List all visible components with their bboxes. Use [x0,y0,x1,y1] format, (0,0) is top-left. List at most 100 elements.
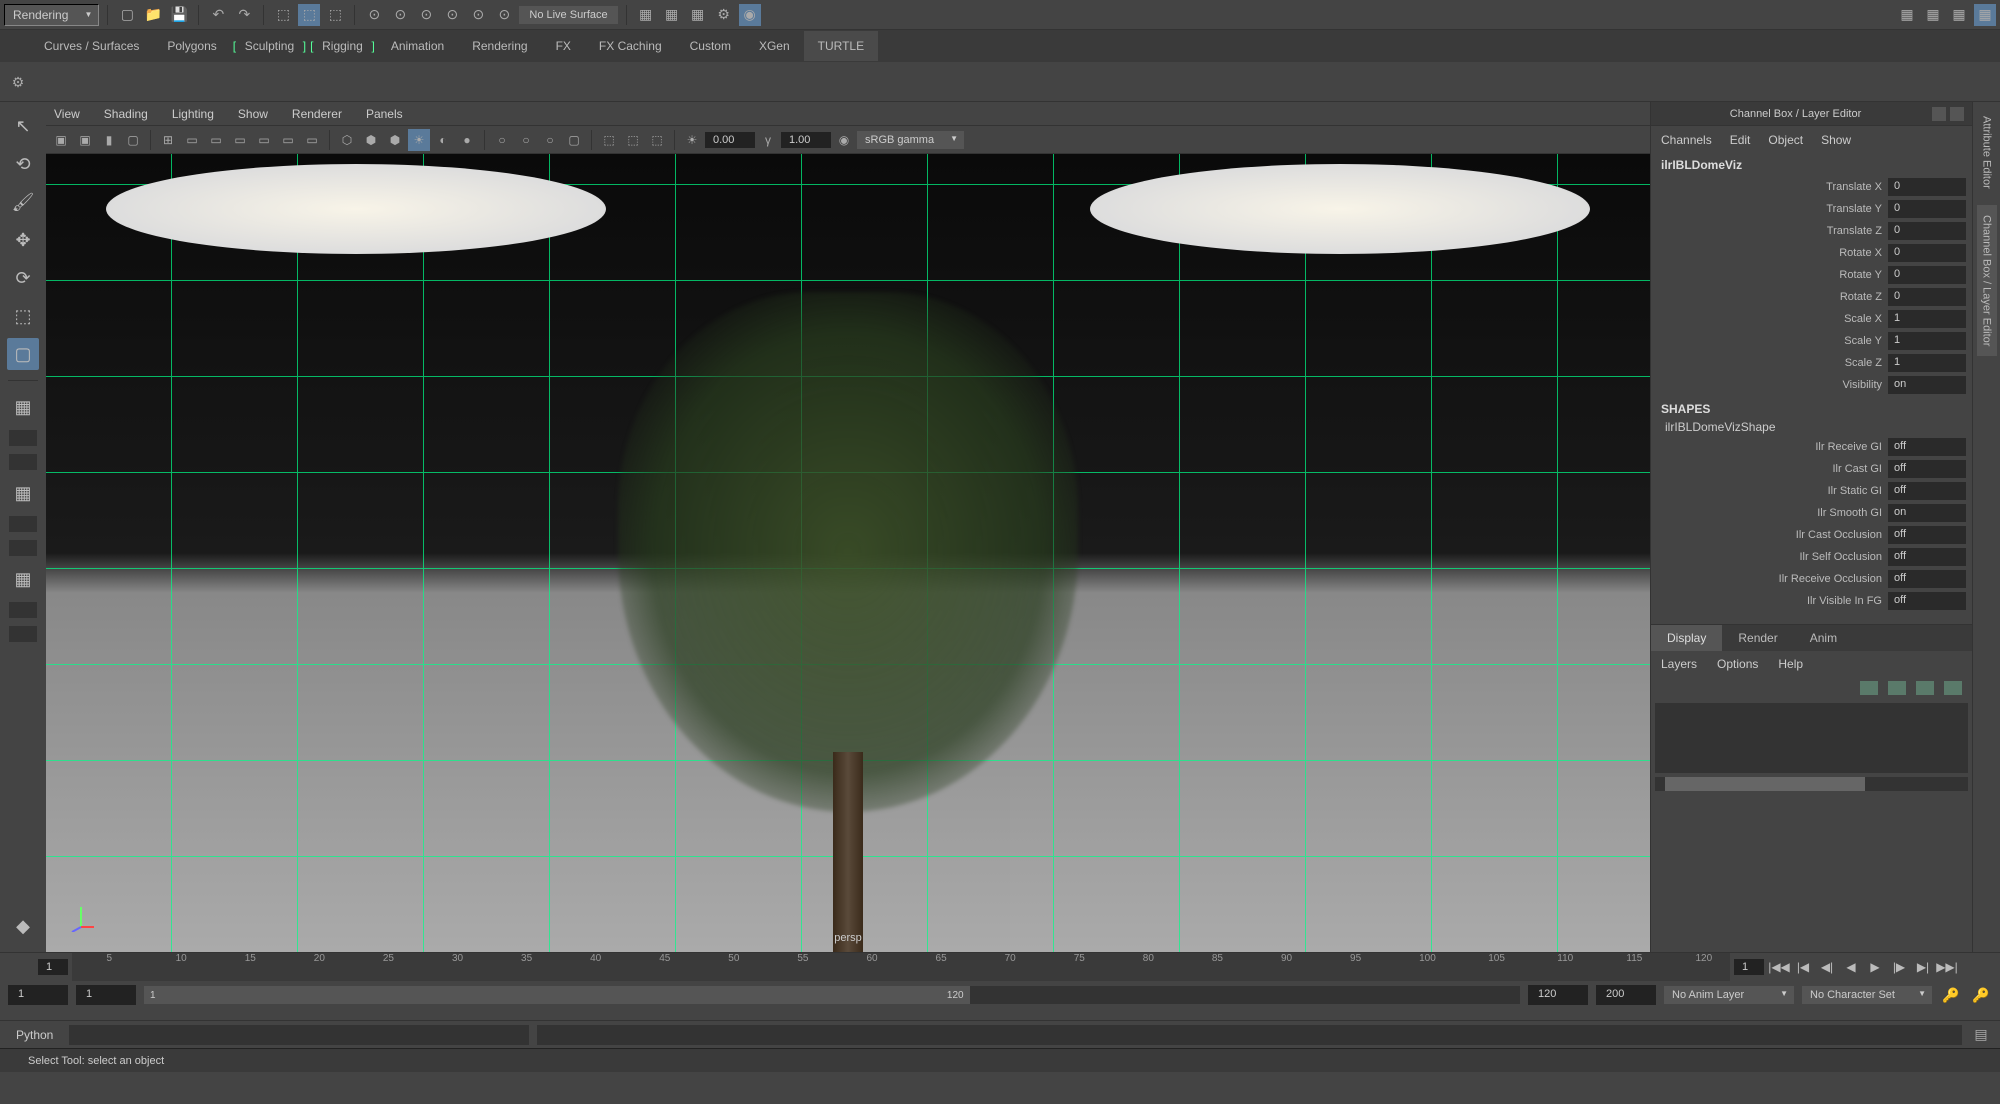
shape-attr-value[interactable]: off [1888,482,1966,500]
layer-new-empty-icon[interactable] [1916,681,1934,695]
ipr-render-icon[interactable]: ▦ [687,4,709,26]
layer-move-down-icon[interactable] [1888,681,1906,695]
new-scene-icon[interactable]: ▢ [116,4,138,26]
scale-tool[interactable]: ⬚ [7,300,39,332]
shape-attr-label[interactable]: Ilr Self Occlusion [1657,551,1888,563]
vp-gamma-field[interactable]: 1.00 [781,132,831,148]
command-input[interactable] [69,1025,529,1045]
range-end-field[interactable]: 200 [1596,985,1656,1005]
channel-value[interactable]: 1 [1888,354,1966,372]
select-object-icon[interactable]: ⬚ [298,4,320,26]
shelf-tab-polygons[interactable]: Polygons [153,31,230,61]
vp-textured-icon[interactable]: ⬢ [384,129,406,151]
select-tool[interactable]: ↖ [7,110,39,142]
rotate-tool[interactable]: ⟳ [7,262,39,294]
snap-live-icon[interactable]: ⊙ [467,4,489,26]
time-slider[interactable]: 1 51015202530354045505560657075808590951… [0,953,2000,981]
range-inner-end-field[interactable]: 120 [1528,985,1588,1005]
layer-tab-display[interactable]: Display [1651,625,1722,651]
render-settings-icon[interactable]: ⚙ [713,4,735,26]
vp-motion-blur-icon[interactable]: ○ [491,129,513,151]
sidebar-tab-attribute-editor[interactable]: Attribute Editor [1977,106,1997,199]
channel-value[interactable]: 0 [1888,200,1966,218]
shelf-tab-sculpting[interactable]: Sculpting [231,31,308,61]
vp-menu-show[interactable]: Show [238,107,268,121]
shape-attr-label[interactable]: Ilr Smooth GI [1657,507,1888,519]
shape-attr-label[interactable]: Ilr Cast Occlusion [1657,529,1888,541]
live-surface-display[interactable]: No Live Surface [519,6,617,24]
snap-curve-icon[interactable]: ⊙ [389,4,411,26]
go-to-end-icon[interactable]: ▶▶| [1936,957,1958,977]
shelf-tab-xgen[interactable]: XGen [745,31,804,61]
range-start-field[interactable]: 1 [8,985,68,1005]
viewport[interactable]: persp [46,154,1650,952]
channel-label[interactable]: Scale X [1657,313,1888,325]
snap-point-icon[interactable]: ⊙ [415,4,437,26]
render-view-icon[interactable]: ▦ [635,4,657,26]
range-inner-start-field[interactable]: 1 [76,985,136,1005]
vp-film-gate-icon[interactable]: ▭ [181,129,203,151]
sidebar-tab-channel-box[interactable]: Channel Box / Layer Editor [1977,205,1997,356]
panel-layout-icon[interactable]: ▦ [1896,4,1918,26]
shelf-gear-icon[interactable]: ⚙ [8,72,28,92]
vp-menu-lighting[interactable]: Lighting [172,107,214,121]
shape-attr-value[interactable]: on [1888,504,1966,522]
set-key-icon[interactable]: 🔑 [1970,984,1992,1006]
current-frame-end[interactable]: 1 [1734,959,1764,975]
layout-single-icon[interactable]: ▦ [7,391,39,423]
shape-attr-label[interactable]: Ilr Static GI [1657,485,1888,497]
vp-shadows-icon[interactable]: ◐ [432,129,454,151]
vp-lights-icon[interactable]: ☀ [408,129,430,151]
layer-menu-options[interactable]: Options [1717,657,1758,671]
cb-shape-name[interactable]: ilrIBLDomeVizShape [1651,418,1972,436]
vp-menu-view[interactable]: View [54,107,80,121]
shape-attr-value[interactable]: off [1888,460,1966,478]
vp-camera-attrs-icon[interactable]: ▣ [74,129,96,151]
channel-label[interactable]: Visibility [1657,379,1888,391]
layout-preset-6[interactable] [9,626,37,642]
attribute-editor-icon[interactable]: ▦ [1922,4,1944,26]
shelf-tab-fxcaching[interactable]: FX Caching [585,31,676,61]
layer-tab-render[interactable]: Render [1722,625,1793,651]
step-back-key-icon[interactable]: |◀ [1792,957,1814,977]
shape-attr-value[interactable]: off [1888,570,1966,588]
panel-dock-icon[interactable] [1932,107,1946,121]
time-ticks[interactable]: 5101520253035404550556065707580859095100… [72,953,1730,981]
vp-field-chart-icon[interactable]: ▭ [253,129,275,151]
vp-safe-action-icon[interactable]: ▭ [277,129,299,151]
vp-xray-icon[interactable]: ⬚ [598,129,620,151]
panel-scrollbar[interactable] [1655,777,1968,791]
layout-preset-1[interactable] [9,430,37,446]
last-tool[interactable]: ▢ [7,338,39,370]
channel-value[interactable]: 0 [1888,222,1966,240]
vp-xray-active-icon[interactable]: ⬚ [646,129,668,151]
layout-outliner-icon[interactable]: ▦ [7,563,39,595]
cb-menu-object[interactable]: Object [1768,133,1803,147]
shape-attr-value[interactable]: off [1888,526,1966,544]
vp-bookmark-icon[interactable]: ▮ [98,129,120,151]
layout-preset-3[interactable] [9,516,37,532]
vp-resolution-gate-icon[interactable]: ▭ [205,129,227,151]
shelf-tab-animation[interactable]: Animation [377,31,458,61]
channel-label[interactable]: Scale Y [1657,335,1888,347]
shelf-tab-curves[interactable]: Curves / Surfaces [30,31,153,61]
current-frame-start[interactable]: 1 [38,959,68,975]
vp-exposure-icon[interactable]: ☀ [681,129,703,151]
shelf-tab-rigging[interactable]: Rigging [308,31,377,61]
shelf-tab-rendering[interactable]: Rendering [458,31,541,61]
shape-attr-label[interactable]: Ilr Visible In FG [1657,595,1888,607]
vp-select-camera-icon[interactable]: ▣ [50,129,72,151]
channel-value[interactable]: 0 [1888,266,1966,284]
vp-dof-icon[interactable]: ○ [539,129,561,151]
shape-attr-label[interactable]: Ilr Receive GI [1657,441,1888,453]
undo-icon[interactable]: ↶ [207,4,229,26]
range-slider-fill[interactable]: 1 120 [144,986,970,1004]
channel-value[interactable]: 1 [1888,310,1966,328]
redo-icon[interactable]: ↷ [233,4,255,26]
channel-label[interactable]: Rotate X [1657,247,1888,259]
range-slider[interactable]: 1 120 [144,986,1520,1004]
paint-select-tool[interactable]: 🖌 [7,186,39,218]
step-forward-icon[interactable]: |▶ [1888,957,1910,977]
select-hierarchy-icon[interactable]: ⬚ [272,4,294,26]
vp-image-plane-icon[interactable]: ▢ [122,129,144,151]
